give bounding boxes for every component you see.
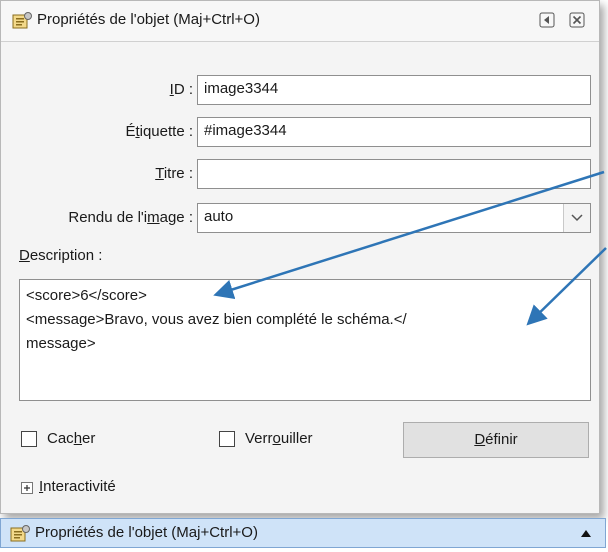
- id-label: ID :: [169, 81, 193, 98]
- description-textarea[interactable]: <score>6</score> <message>Bravo, vous av…: [19, 279, 591, 401]
- dialog-titlebar[interactable]: Propriétés de l'objet (Maj+Ctrl+O): [1, 1, 599, 42]
- docked-panel-bar[interactable]: Propriétés de l'objet (Maj+Ctrl+O): [0, 518, 606, 548]
- object-properties-icon: [10, 525, 30, 542]
- close-icon[interactable]: [569, 12, 585, 28]
- hide-label[interactable]: Cacher: [47, 430, 95, 447]
- label-input[interactable]: #image3344: [197, 117, 591, 147]
- render-select-button[interactable]: [563, 204, 590, 232]
- render-select-value: auto: [204, 208, 234, 225]
- interactivity-section-label[interactable]: Interactivité: [39, 478, 116, 495]
- chevron-down-icon: [571, 214, 583, 222]
- dialog-title: Propriétés de l'objet (Maj+Ctrl+O): [37, 11, 260, 28]
- hide-checkbox[interactable]: [21, 431, 37, 447]
- render-select[interactable]: auto: [197, 203, 591, 233]
- lock-checkbox[interactable]: [219, 431, 235, 447]
- triangle-up-icon[interactable]: [581, 529, 591, 537]
- description-line: <score>6</score>: [26, 287, 147, 304]
- define-button[interactable]: Définir: [403, 422, 589, 458]
- lock-label[interactable]: Verrouiller: [245, 430, 313, 447]
- plus-box-icon[interactable]: [21, 482, 33, 494]
- render-label: Rendu de l'image :: [68, 209, 193, 226]
- title-field-label: Titre :: [155, 165, 193, 182]
- label-field-label: Étiquette :: [125, 123, 193, 140]
- object-properties-icon: [12, 12, 32, 29]
- id-input[interactable]: image3344: [197, 75, 591, 105]
- docked-panel-title: Propriétés de l'objet (Maj+Ctrl+O): [35, 524, 258, 541]
- description-line: message>: [26, 335, 96, 352]
- description-label: Description :: [19, 247, 103, 264]
- object-properties-dialog: Propriétés de l'objet (Maj+Ctrl+O) ID : …: [0, 0, 600, 514]
- description-line: <message>Bravo, vous avez bien complété …: [26, 311, 407, 328]
- collapse-arrow-icon[interactable]: [539, 12, 555, 28]
- title-input[interactable]: [197, 159, 591, 189]
